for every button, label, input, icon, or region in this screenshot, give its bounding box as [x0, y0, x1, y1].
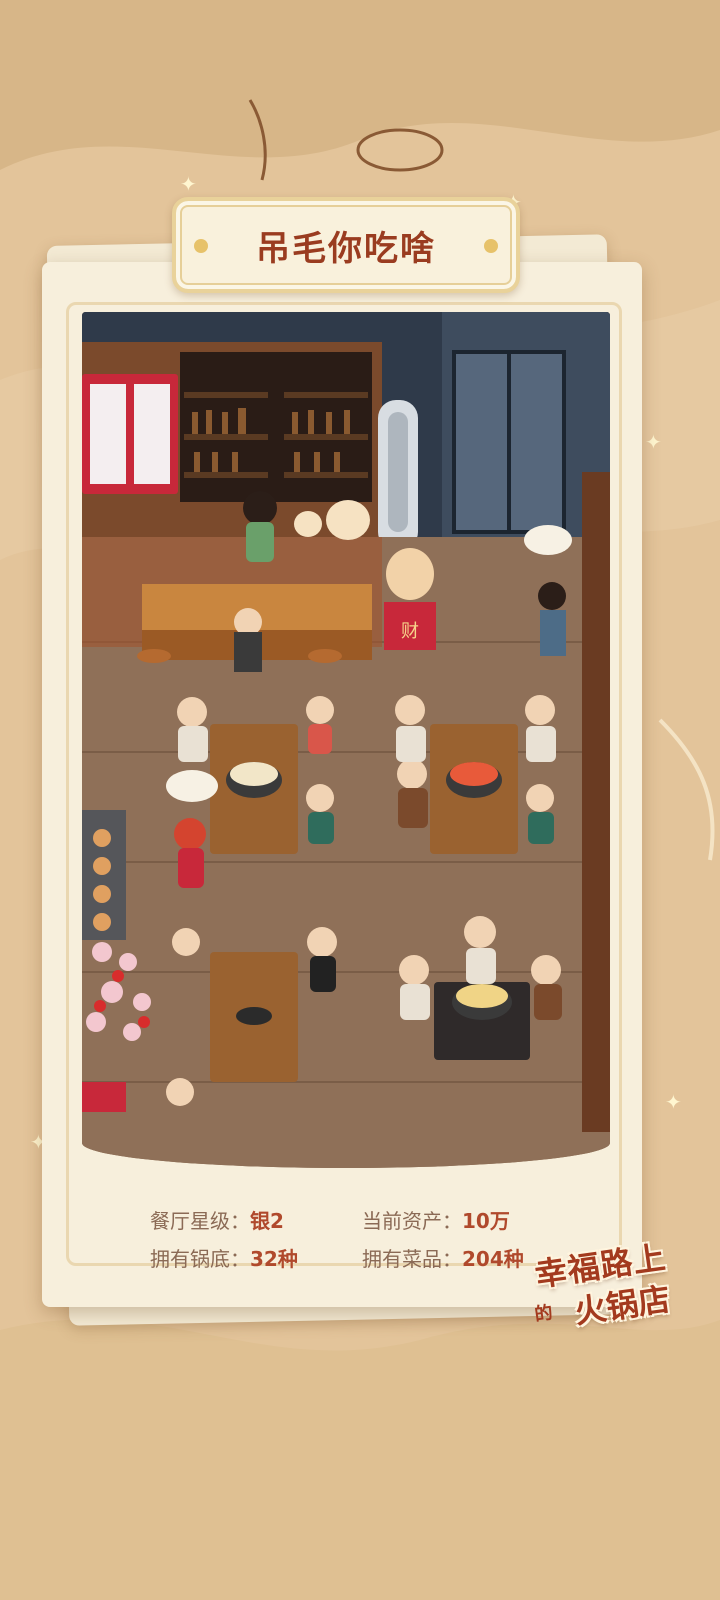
stat-rating-value: 银2: [250, 1208, 284, 1233]
stat-bases-label: 拥有锅底：: [150, 1246, 250, 1271]
logo-small: 的: [533, 1302, 555, 1326]
plaque-dot-left: [194, 239, 208, 253]
stat-assets: 当前资产：10万: [362, 1205, 574, 1234]
stat-assets-value: 10万: [462, 1208, 510, 1233]
restaurant-name: 吊毛你吃啥: [256, 228, 436, 269]
stat-dishes-label: 拥有菜品：: [362, 1246, 462, 1271]
stat-dishes-value: 204种: [462, 1246, 524, 1271]
stat-rating: 餐厅星级：银2: [150, 1205, 362, 1234]
cashier-sign: 财: [401, 621, 419, 642]
stat-bases-value: 32种: [250, 1246, 298, 1271]
restaurant-stats: 餐厅星级：银2 当前资产：10万 拥有锅底：32种 拥有菜品：204种: [150, 1200, 590, 1276]
stat-bases: 拥有锅底：32种: [150, 1243, 362, 1272]
title-plaque: 吊毛你吃啥: [172, 197, 520, 293]
sparkle-icon: ✦: [645, 430, 662, 454]
stats-row: 餐厅星级：银2 当前资产：10万: [150, 1200, 590, 1238]
plaque-dot-right: [484, 239, 498, 253]
stat-rating-label: 餐厅星级：: [150, 1208, 250, 1233]
sparkle-icon: ✦: [180, 172, 197, 196]
stat-assets-label: 当前资产：: [362, 1208, 462, 1233]
sparkle-icon: ✦: [665, 1090, 682, 1114]
restaurant-scene[interactable]: 财: [82, 312, 610, 1168]
